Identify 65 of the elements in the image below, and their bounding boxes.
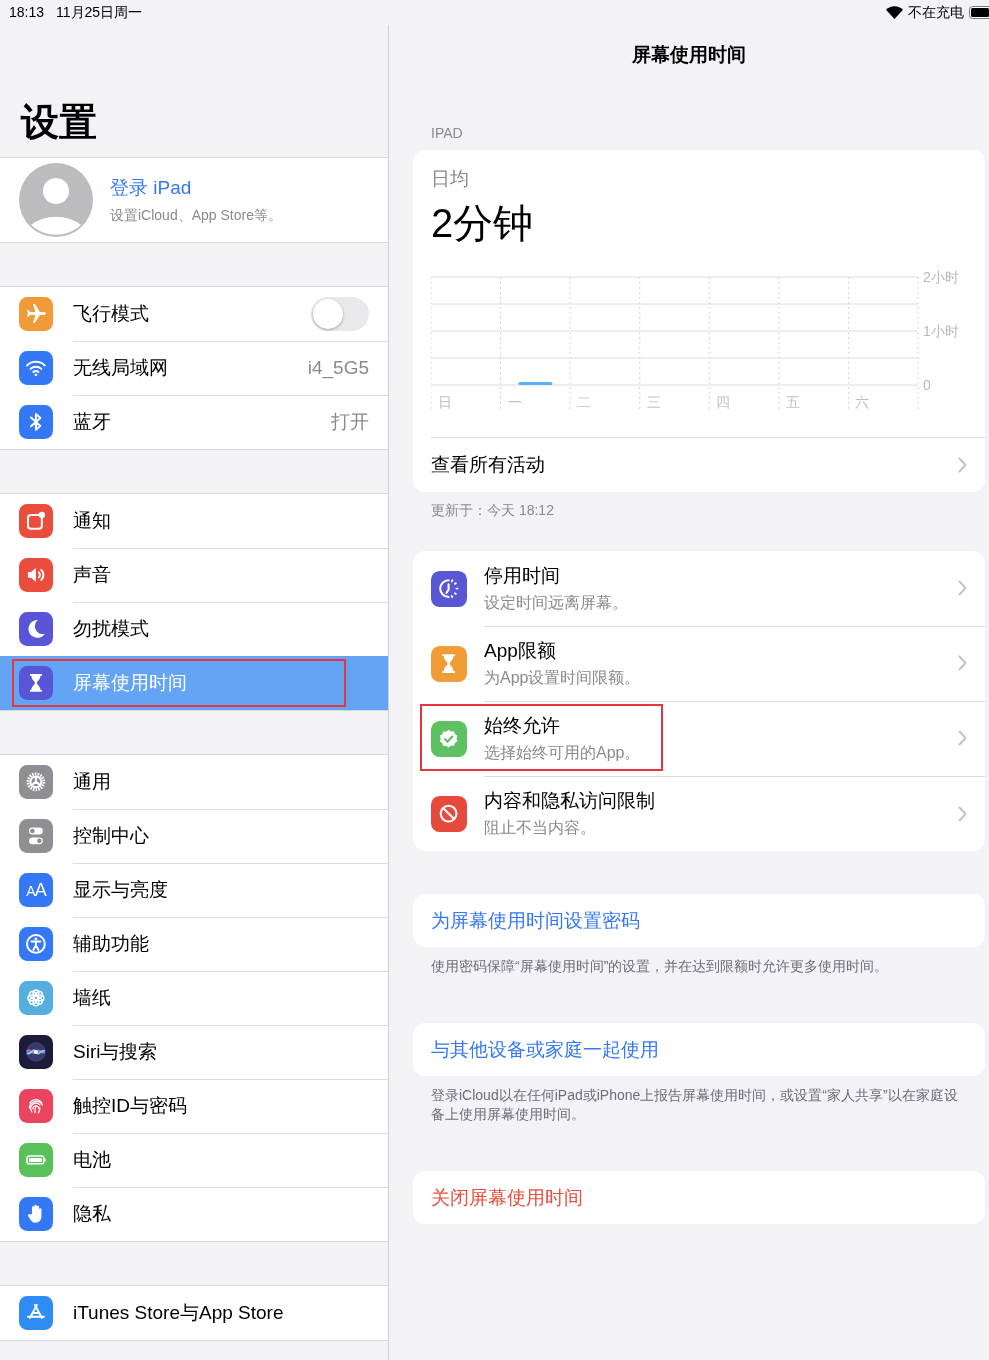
feature-title: App限额 — [484, 638, 557, 663]
footer-note: 使用密码保障“屏幕使用时间”的设置，并在达到限额时允许更多使用时间。 — [430, 957, 890, 976]
feature-row[interactable]: 始终允许 选择始终可用的App。 — [413, 701, 985, 776]
text-size-icon: AA — [19, 873, 53, 907]
sidebar-item[interactable]: 飞行模式 — [0, 287, 388, 341]
feature-subtitle: 为App设置时间限额。 — [484, 667, 641, 688]
charging-status: 不在充电 — [908, 3, 964, 22]
toggle-switch[interactable] — [311, 296, 369, 331]
sidebar-item[interactable]: iTunes Store与App Store — [0, 1286, 388, 1340]
chevron-icon — [958, 580, 967, 596]
sidebar-item[interactable]: 声音 — [0, 548, 388, 602]
day-label: 五 — [785, 394, 800, 410]
feature-row[interactable]: 停用时间 设定时间远离屏幕。 — [413, 551, 985, 626]
sidebar-title: 设置 — [19, 100, 98, 145]
wifi-icon — [886, 6, 903, 19]
action-button[interactable]: 为屏幕使用时间设置密码 — [413, 894, 985, 947]
sidebar-item[interactable]: 蓝牙 打开 — [0, 395, 388, 449]
summary-caption: 日均 — [431, 167, 470, 191]
chevron-icon — [958, 457, 967, 473]
sidebar-item[interactable]: 隐私 — [0, 1187, 388, 1241]
feature-title: 停用时间 — [484, 563, 561, 588]
sidebar-item[interactable]: 通知 — [0, 494, 388, 548]
status-date: 11月25日周一 — [56, 3, 143, 22]
sidebar-item[interactable]: 通用 — [0, 755, 388, 809]
battery-icon — [969, 6, 989, 19]
updated-time: 更新于：今天 18:12 — [430, 501, 555, 520]
feature-subtitle: 设定时间远离屏幕。 — [484, 592, 628, 613]
page-title: 屏幕使用时间 — [631, 43, 747, 67]
feature-subtitle: 阻止不当内容。 — [484, 818, 597, 838]
day-label: 日 — [438, 394, 452, 410]
sidebar-item[interactable]: AA 显示与亮度 — [0, 863, 388, 917]
chevron-icon — [958, 730, 967, 746]
action-button[interactable]: 关闭屏幕使用时间 — [413, 1171, 985, 1224]
chevron-icon — [958, 805, 967, 822]
sidebar-item[interactable]: 触控ID与密码 — [0, 1079, 388, 1133]
section-header: IPAD — [430, 124, 464, 143]
feature-subtitle: 选择始终可用的App。 — [484, 742, 641, 763]
chevron-icon — [958, 655, 967, 671]
sidebar-item[interactable]: 无线局域网 i4_5G5 — [0, 341, 388, 395]
day-label: 四 — [716, 394, 731, 410]
day-label: 一 — [507, 394, 522, 410]
sidebar-item[interactable]: 电池 — [0, 1133, 388, 1187]
account-name: 登录 iPad — [110, 176, 193, 200]
day-label: 六 — [855, 394, 870, 410]
sidebar-item[interactable]: Siri与搜索 — [0, 1025, 388, 1079]
avatar-icon — [19, 163, 93, 237]
feature-title: 内容和隐私访问限制 — [484, 789, 655, 813]
action-button[interactable]: 与其他设备或家庭一起使用 — [413, 1023, 985, 1076]
axis-label: 2小时 — [923, 269, 959, 285]
row-value: 打开 — [331, 410, 369, 434]
account-row[interactable]: 登录 iPad 设置iCloud、App Store等。 — [0, 157, 388, 243]
axis-label: 1小时 — [923, 323, 959, 339]
sidebar-item[interactable]: 控制中心 — [0, 809, 388, 863]
axis-label: 0 — [923, 377, 931, 393]
see-all-activity-row[interactable]: 查看所有活动 — [431, 437, 985, 492]
daily-average: 2分钟 — [431, 200, 535, 247]
sidebar-item[interactable]: 墙纸 — [0, 971, 388, 1025]
account-subtitle: 设置iCloud、App Store等。 — [110, 207, 282, 225]
sidebar-item[interactable]: 辅助功能 — [0, 917, 388, 971]
feature-row[interactable]: 内容和隐私访问限制 阻止不当内容。 — [413, 776, 985, 851]
row-value: i4_5G5 — [307, 356, 369, 379]
status-time: 18:13 — [9, 3, 45, 22]
feature-title: 始终允许 — [484, 713, 561, 738]
feature-row[interactable]: App限额 为App设置时间限额。 — [413, 626, 985, 701]
footer-note: 登录iCloud以在任何iPad或iPhone上报告屏幕使用时间，或设置“家人共享”以在家庭设备上使用屏幕使用时间。 — [430, 1086, 959, 1124]
